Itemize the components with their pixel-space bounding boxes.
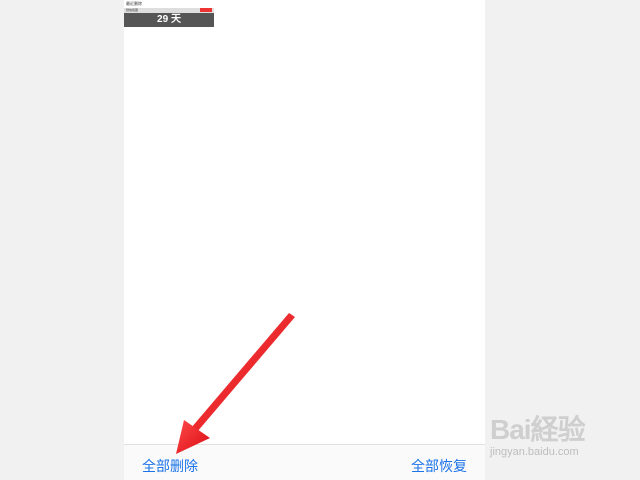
- thumbnail-red-badge: [200, 8, 212, 12]
- recently-deleted-screen: 最近删除 微信截图 29 天 全部删除 全部恢复: [124, 0, 485, 480]
- delete-all-button[interactable]: 全部删除: [142, 456, 198, 476]
- recover-all-button[interactable]: 全部恢复: [411, 456, 467, 476]
- baidu-jingyan-watermark: Bai経验 jingyan.baidu.com: [490, 408, 586, 458]
- days-remaining-bar: 29 天: [124, 13, 214, 27]
- watermark-logo: Bai経验: [490, 414, 586, 445]
- thumbnail-row-text: 微信截图: [126, 8, 139, 12]
- days-remaining-label: 29 天: [157, 14, 181, 25]
- bottom-toolbar: 全部删除 全部恢复: [124, 444, 485, 480]
- watermark-url: jingyan.baidu.com: [490, 446, 579, 458]
- photo-thumbnail[interactable]: 最近删除 微信截图 29 天: [124, 0, 214, 27]
- thumbnail-title: 最近删除: [126, 1, 142, 6]
